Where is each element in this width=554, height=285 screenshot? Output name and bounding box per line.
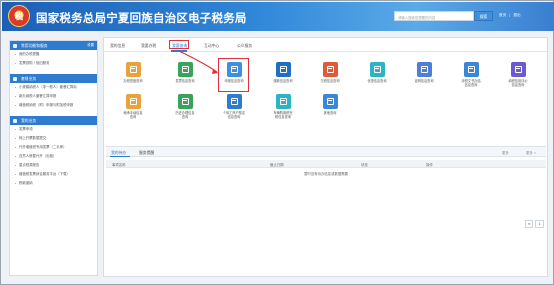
settings-link[interactable]: 设置: [87, 41, 94, 50]
more-link-right[interactable]: 更多 »: [526, 150, 536, 155]
sidebar-item[interactable]: 我的办税提醒: [10, 50, 97, 59]
sidebar-item[interactable]: 新办纳税人套餐汇算申报: [10, 92, 97, 101]
column-header: 事项名称: [112, 163, 126, 167]
search-button[interactable]: 搜索: [474, 11, 493, 21]
empty-message: 暂时没有待办信息或数据需要: [303, 172, 349, 176]
todo-tabs: 我的待办 服务提醒 更多 更多 »: [106, 147, 546, 157]
sidebar-item[interactable]: 重点税源报告: [10, 161, 97, 170]
sidebar-section-package[interactable]: 套餐业务: [10, 74, 97, 83]
column-header: 操作: [426, 163, 433, 167]
sidebar-section-mybusiness[interactable]: 我的业务: [10, 116, 97, 125]
section-title: 我的业务: [21, 118, 37, 123]
column-header: 状态: [361, 163, 368, 167]
package-icon: [13, 76, 17, 81]
sidebar-item[interactable]: 网上开票数据提交: [10, 134, 97, 143]
more-link-left[interactable]: 更多: [502, 150, 509, 155]
site-header: 国家税务总局宁夏回族自治区电子税务局 请输入搜索您想要的内容 搜索 首页 | 退…: [2, 2, 554, 31]
todo-panel: 我的待办 服务提醒 更多 更多 » 事项名称 截止日期 状态 操作 暂时没有待办…: [106, 146, 546, 274]
divider: |: [509, 13, 511, 17]
search-input[interactable]: 请输入搜索您想要的内容: [394, 11, 474, 21]
tax-emblem-icon: [8, 5, 30, 27]
todo-tab-indicator: [110, 155, 130, 157]
home-link[interactable]: 首页: [499, 13, 506, 18]
todo-table-header: 事项名称 截止日期 状态 操作: [106, 160, 546, 168]
header-links: 首页 | 退出: [499, 13, 521, 18]
sidebar-item[interactable]: 发票申领: [10, 125, 97, 134]
sidebar-item[interactable]: 增值税发票综合服务平台（下载）: [10, 170, 97, 179]
section-title: 常用功能和服务: [21, 43, 48, 48]
sidebar-item[interactable]: 税款缴纳: [10, 179, 97, 188]
star-icon: [13, 43, 17, 48]
site-title: 国家税务总局宁夏回族自治区电子税务局: [36, 11, 247, 25]
sidebar-item[interactable]: 自然人房屋代开（出租）: [10, 152, 97, 161]
page-number-button[interactable]: 1: [535, 220, 544, 228]
sidebar-item[interactable]: 代开增值税专用发票（二手房）: [10, 143, 97, 152]
sidebar-item[interactable]: 增值税纳税（附）申报与附加税申报: [10, 101, 97, 110]
section-title: 套餐业务: [21, 76, 37, 81]
sidebar-item[interactable]: 小规模纳税人（非一般人）套餐汇算标: [10, 83, 97, 92]
column-header: 截止日期: [270, 163, 284, 167]
app-window: 国家税务总局宁夏回族自治区电子税务局 请输入搜索您想要的内容 搜索 首页 | 退…: [0, 0, 554, 285]
prev-page-button[interactable]: <: [525, 220, 533, 228]
business-icon: [13, 118, 17, 123]
tab-reminders[interactable]: 服务提醒: [139, 150, 154, 156]
logout-link[interactable]: 退出: [513, 13, 520, 18]
sidebar: 常用功能和服务 设置 我的办税提醒 发票领购 / 验旧服务 套餐业务 小规模纳税…: [9, 40, 98, 276]
main-panel: 我的信息 我要办税 我要查询 互动中心 公众服务 办税进度查询 发票信息查询 申…: [103, 37, 548, 277]
sidebar-item[interactable]: 发票领购 / 验旧服务: [10, 59, 97, 68]
arrow-icon: [178, 50, 218, 74]
sidebar-section-common[interactable]: 常用功能和服务 设置: [10, 41, 97, 50]
